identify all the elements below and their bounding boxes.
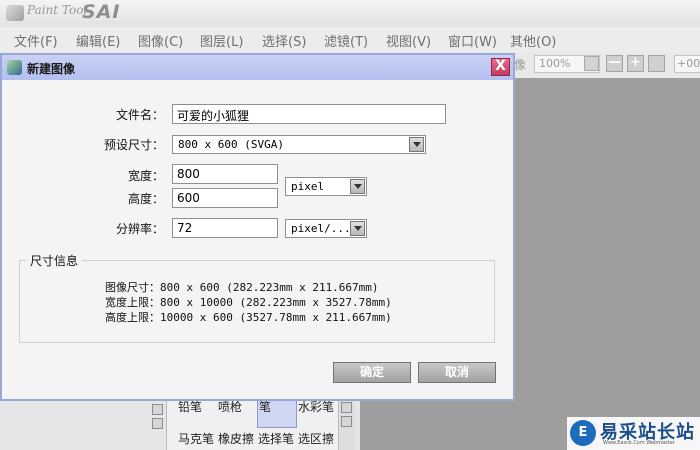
angle-input[interactable]: +000	[674, 55, 700, 73]
preset-size-label: 预设尺寸：	[103, 138, 164, 152]
preset-size-value: 800 x 600 (SVGA)	[178, 138, 284, 151]
filename-input[interactable]: 可爱的小狐狸	[172, 104, 446, 124]
ok-button[interactable]: 确定	[333, 362, 411, 383]
tool-eraser[interactable]: 橡皮擦	[218, 430, 254, 447]
size-info-title: 尺寸信息	[26, 252, 83, 269]
zoom-out-button[interactable]: —	[606, 55, 623, 72]
app-logo-text: Paint Tool	[27, 3, 88, 17]
info-value: 800 x 600 (282.223mm x 211.667mm)	[160, 281, 379, 294]
menu-bar: 文件(F) 编辑(E) 图像(C) 图层(L) 选择(S) 滤镜(T) 视图(V…	[0, 27, 700, 53]
info-label: 图像尺寸：	[105, 281, 160, 294]
info-row-image-size: 图像尺寸：800 x 600 (282.223mm x 211.667mm)	[105, 279, 379, 295]
info-row-width-limit: 宽度上限：800 x 10000 (282.223mm x 3527.78mm)	[105, 294, 392, 310]
preset-size-select[interactable]: 800 x 600 (SVGA)	[172, 135, 426, 154]
cancel-button[interactable]: 取消	[418, 362, 496, 383]
watermark-subtext: Www.Easck.Com Webmaster	[603, 440, 675, 446]
height-label: 高度：	[127, 192, 164, 206]
tool-scroll-down-icon[interactable]	[341, 416, 352, 427]
menu-view[interactable]: 视图(V)	[386, 31, 431, 50]
dialog-titlebar[interactable]	[2, 55, 513, 80]
tool-marker[interactable]: 马克笔	[178, 430, 214, 447]
size-unit-value: pixel	[291, 180, 325, 193]
zoom-dropdown-arrow-icon[interactable]	[584, 56, 599, 71]
toolbar-label: 像	[514, 58, 527, 72]
new-image-dialog: 新建图像 X 文件名： 可爱的小狐狸 预设尺寸： 800 x 600 (SVGA…	[0, 53, 515, 401]
dialog-app-icon	[7, 60, 22, 75]
app-logo-icon	[6, 5, 24, 21]
app-logo-sai: SAI	[82, 1, 121, 23]
resolution-unit-select[interactable]: pixel/...	[285, 219, 367, 238]
menu-file[interactable]: 文件(F)	[14, 31, 58, 50]
menu-window[interactable]: 窗口(W)	[448, 31, 497, 50]
menu-filter[interactable]: 滤镜(T)	[324, 31, 368, 50]
height-input[interactable]: 600	[172, 188, 278, 208]
menu-layer[interactable]: 图层(L)	[200, 31, 243, 50]
size-unit-select[interactable]: pixel	[285, 177, 367, 196]
info-label: 高度上限：	[105, 311, 160, 324]
resolution-label: 分辨率：	[115, 222, 164, 236]
info-label: 宽度上限：	[105, 296, 160, 309]
menu-image[interactable]: 图像(C)	[138, 31, 183, 50]
watermark-logo-icon: E	[570, 420, 596, 446]
width-input[interactable]: 800	[172, 164, 278, 184]
info-row-height-limit: 高度上限：10000 x 600 (3527.78mm x 211.667mm)	[105, 309, 392, 325]
menu-other[interactable]: 其他(O)	[510, 31, 556, 50]
tool-scroll-up-icon[interactable]	[341, 402, 352, 413]
width-label: 宽度：	[127, 169, 164, 183]
zoom-reset-button[interactable]	[648, 55, 665, 72]
info-value: 800 x 10000 (282.223mm x 3527.78mm)	[160, 296, 392, 309]
dialog-close-icon[interactable]: X	[491, 58, 510, 76]
tool-scrollbar[interactable]	[338, 398, 355, 450]
preset-dropdown-arrow-icon[interactable]	[409, 137, 424, 152]
tool-select-eraser[interactable]: 选区擦	[298, 430, 334, 447]
resolution-unit-dropdown-arrow-icon[interactable]	[350, 221, 365, 236]
size-unit-dropdown-arrow-icon[interactable]	[350, 179, 365, 194]
panel-scroll-up-button[interactable]	[152, 404, 163, 415]
menu-edit[interactable]: 编辑(E)	[76, 31, 120, 50]
filename-label: 文件名：	[115, 108, 164, 122]
dialog-title: 新建图像	[27, 62, 76, 76]
menu-select[interactable]: 选择(S)	[262, 31, 306, 50]
info-value: 10000 x 600 (3527.78mm x 211.667mm)	[160, 311, 392, 324]
resolution-unit-value: pixel/...	[291, 222, 351, 235]
resolution-input[interactable]: 72	[172, 218, 278, 238]
tool-select-pen[interactable]: 选择笔	[258, 430, 294, 447]
zoom-in-button[interactable]: +	[627, 55, 644, 72]
panel-scroll-button[interactable]	[152, 418, 163, 429]
